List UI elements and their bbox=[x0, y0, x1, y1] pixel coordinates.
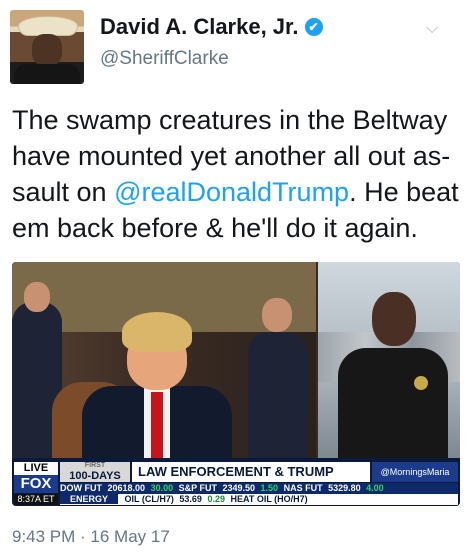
market-change: 1.50 bbox=[260, 483, 279, 493]
guest-uniform bbox=[338, 348, 448, 458]
chevron-down-icon[interactable]: ⌵ bbox=[426, 20, 442, 37]
verified-badge-icon: ✔ bbox=[304, 18, 323, 36]
bystander-figure bbox=[248, 332, 308, 458]
market-value: 2349.50 bbox=[222, 483, 256, 493]
commodity-ticker: ENERGY OIL (CL/H7) 53.69 0.29 HEAT OIL (… bbox=[60, 494, 458, 505]
bystander-head bbox=[24, 282, 50, 312]
avatar-face bbox=[32, 34, 62, 66]
chyron-hashtag: @MorningsMaria bbox=[372, 462, 458, 482]
tweet-text: The swamp creatures in the Beltway have … bbox=[12, 102, 464, 246]
chyron-headline: LAW ENFORCEMENT & TRUMP bbox=[132, 462, 370, 482]
avatar-hat bbox=[18, 16, 78, 36]
mention-link[interactable]: @realDonaldTrump bbox=[114, 177, 349, 207]
commodity-section-label: ENERGY bbox=[60, 494, 119, 504]
author-row: David A. Clarke, Jr. ✔ bbox=[100, 14, 323, 40]
profile-avatar[interactable] bbox=[10, 10, 84, 84]
market-label: NAS FUT bbox=[283, 483, 323, 493]
live-label: LIVE bbox=[14, 462, 58, 475]
network-logo: FOX bbox=[14, 475, 58, 493]
market-label: S&P FUT bbox=[178, 483, 217, 493]
market-change: 30.00 bbox=[150, 483, 174, 493]
speaker-hair bbox=[122, 312, 192, 352]
market-label: DOW FUT bbox=[60, 483, 102, 493]
author-name[interactable]: David A. Clarke, Jr. bbox=[100, 14, 299, 40]
speaker-figure bbox=[82, 312, 232, 458]
news-ticker: LIVE FOX 8:37A ET FIRST 100-DAYS LAW ENF… bbox=[12, 458, 460, 506]
guest-figure bbox=[338, 292, 448, 458]
market-value: 20618.00 bbox=[107, 483, 146, 493]
commodity-change: 0.29 bbox=[207, 494, 225, 504]
bystander-head bbox=[262, 298, 292, 332]
author-handle[interactable]: @SheriffClarke bbox=[100, 48, 229, 70]
market-ticker: DOW FUT 20618.00 30.00 S&P FUT 2349.50 1… bbox=[60, 483, 458, 494]
studio-scene bbox=[12, 262, 316, 458]
days-top-label: FIRST bbox=[84, 462, 106, 469]
guest-window bbox=[318, 262, 460, 458]
market-change: 4.00 bbox=[366, 483, 384, 493]
tweet-timestamp[interactable]: 9:43 PM · 16 May 17 bbox=[12, 527, 170, 547]
first-100-days-tag: FIRST 100-DAYS bbox=[60, 462, 130, 482]
commodity-label: HEAT OIL (HO/H7) bbox=[230, 494, 308, 504]
avatar-body bbox=[14, 64, 80, 84]
market-value: 5329.80 bbox=[328, 483, 361, 493]
tweet-media-image[interactable]: LIVE FOX 8:37A ET FIRST 100-DAYS LAW ENF… bbox=[12, 262, 460, 506]
speaker-tie bbox=[151, 392, 163, 458]
commodity-label: OIL (CL/H7) bbox=[124, 494, 174, 504]
broadcast-clock: 8:37A ET bbox=[14, 494, 58, 505]
guest-head bbox=[372, 292, 416, 346]
days-label: 100-DAYS bbox=[69, 470, 121, 482]
guest-badge bbox=[414, 376, 428, 390]
commodity-value: 53.69 bbox=[179, 494, 202, 504]
